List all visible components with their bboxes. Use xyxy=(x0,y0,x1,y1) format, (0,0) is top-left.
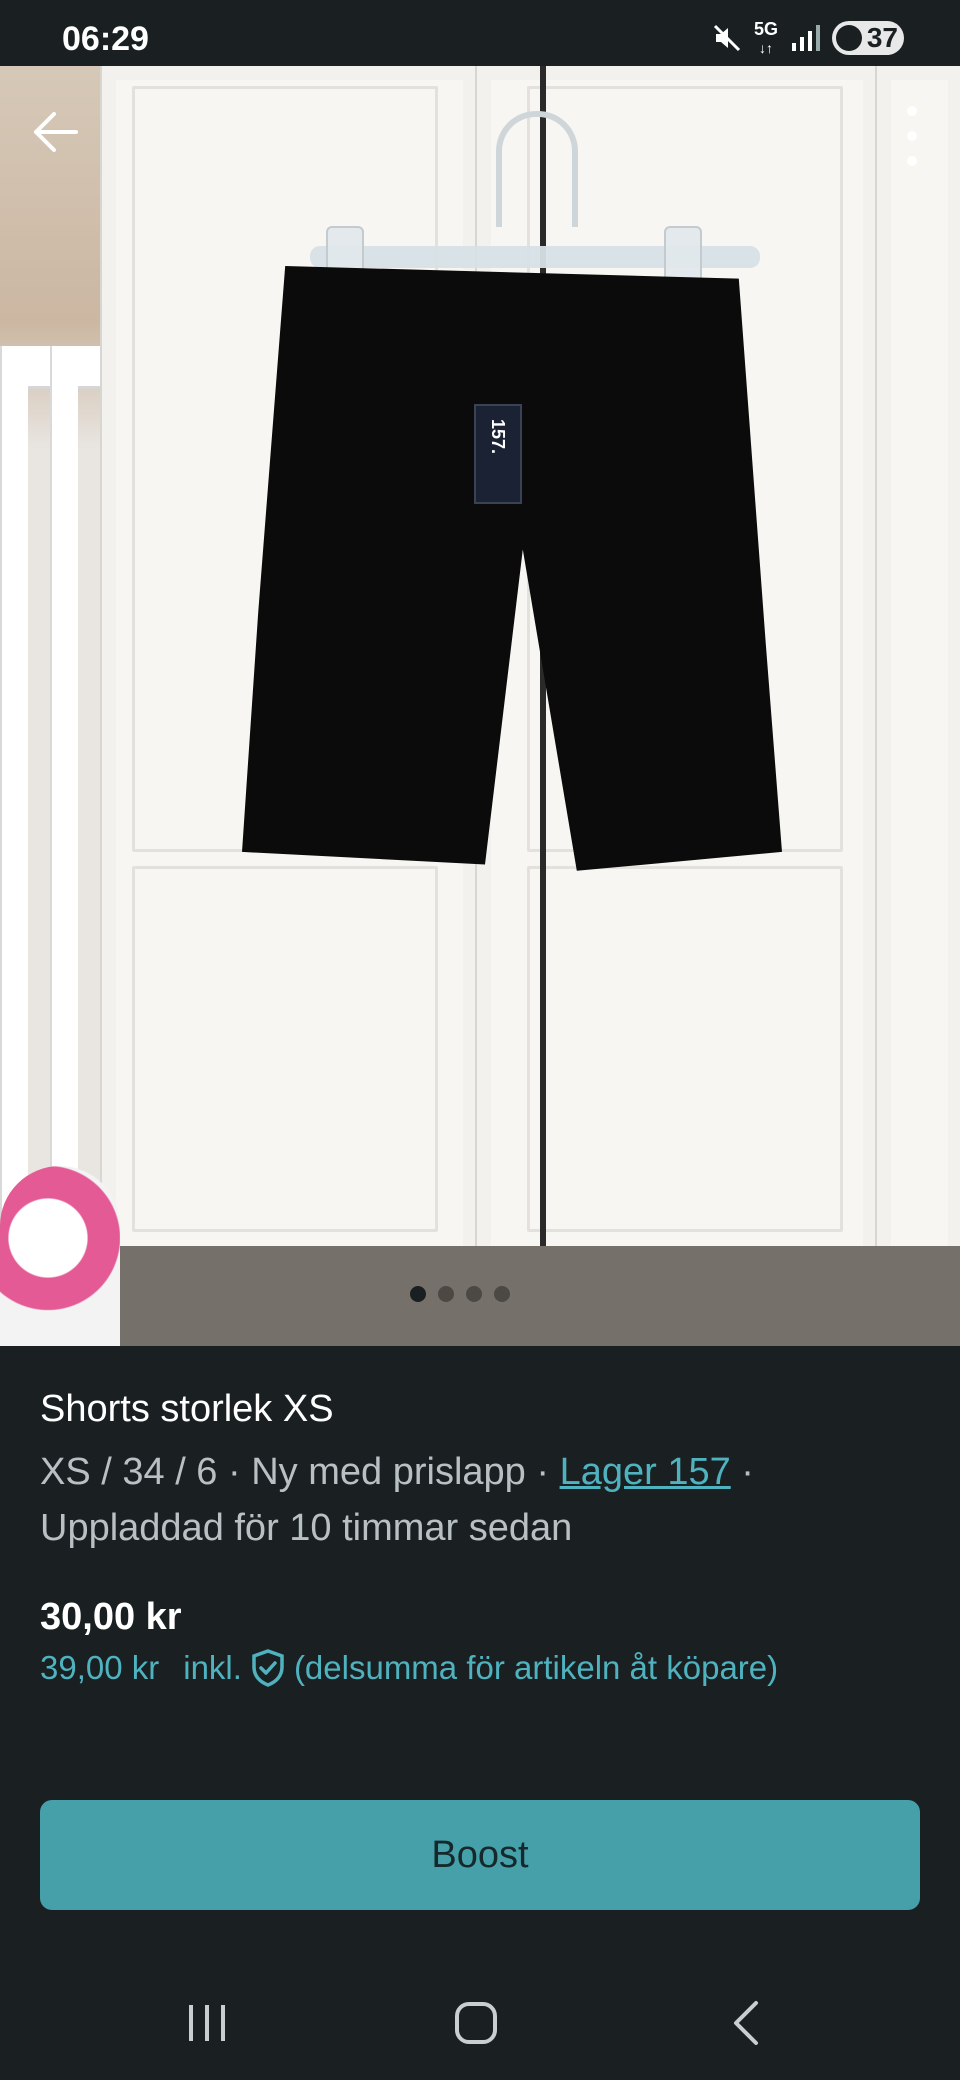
meta-separator: · xyxy=(730,1451,754,1493)
home-icon xyxy=(455,2002,497,2044)
price-incl-value: 39,00 kr xyxy=(40,1649,160,1686)
pagination-dot[interactable] xyxy=(410,1286,426,1302)
status-time: 06:29 xyxy=(62,20,149,58)
item-title: Shorts storlek XS xyxy=(40,1388,334,1430)
more-vertical-dot xyxy=(907,131,917,141)
more-options-button[interactable] xyxy=(902,106,922,166)
network-label: 5G xyxy=(753,18,778,39)
item-size: XS / 34 / 6 xyxy=(40,1451,218,1493)
signal-icon xyxy=(792,25,820,51)
item-condition: Ny med prislapp xyxy=(251,1451,526,1493)
price-tag-text: 157. xyxy=(488,418,509,455)
more-vertical-icon xyxy=(907,106,917,116)
photo-door-panel xyxy=(527,866,843,1232)
item-photo[interactable]: 157. xyxy=(0,66,960,1346)
item-meta: XS / 34 / 6 · Ny med prislapp · Lager 15… xyxy=(40,1444,920,1556)
home-button[interactable] xyxy=(436,1998,516,2048)
system-nav-bar xyxy=(0,1960,960,2080)
network-icon: 5G ↓↑ xyxy=(753,18,778,56)
price-incl-protection[interactable]: 39,00 kr inkl. (delsumma för artikeln åt… xyxy=(40,1648,778,1688)
mute-icon xyxy=(713,24,741,52)
status-bar: 06:29 5G ↓↑ 37 xyxy=(0,0,960,66)
incl-note: (delsumma för artikeln åt köpare) xyxy=(293,1649,779,1686)
recents-button[interactable] xyxy=(167,1998,247,2048)
photo-wardrobe-door xyxy=(875,66,960,1316)
back-button[interactable] xyxy=(30,106,82,158)
pagination-dot[interactable] xyxy=(438,1286,454,1302)
hanger-hook xyxy=(496,111,578,227)
brand-link[interactable]: Lager 157 xyxy=(560,1451,731,1493)
photo-bed-post xyxy=(0,346,28,1226)
battery-icon: 37 xyxy=(832,21,904,55)
pagination-dot[interactable] xyxy=(466,1286,482,1302)
photo-door-panel xyxy=(132,866,438,1232)
meta-separator: · xyxy=(217,1451,252,1493)
item-price: 30,00 kr xyxy=(40,1596,182,1638)
photo-bed-post xyxy=(50,346,78,1226)
battery-level: 37 xyxy=(866,22,898,53)
recents-icon xyxy=(189,2005,225,2041)
meta-separator: · xyxy=(525,1451,560,1493)
photo-pagination xyxy=(410,1286,510,1302)
boost-button[interactable]: Boost xyxy=(40,1800,920,1910)
upload-time: Uppladdad för 10 timmar sedan xyxy=(40,1507,573,1549)
arrow-left-icon xyxy=(34,112,78,152)
photo-plush-toy xyxy=(0,1166,120,1346)
shield-check-icon xyxy=(252,1649,284,1687)
status-icons: 5G ↓↑ 37 xyxy=(712,18,904,58)
incl-label: inkl. xyxy=(183,1649,242,1686)
more-vertical-dot xyxy=(907,156,917,166)
system-back-button[interactable] xyxy=(706,1998,786,2048)
pagination-dot[interactable] xyxy=(494,1286,510,1302)
chevron-left-icon xyxy=(734,2001,758,2045)
